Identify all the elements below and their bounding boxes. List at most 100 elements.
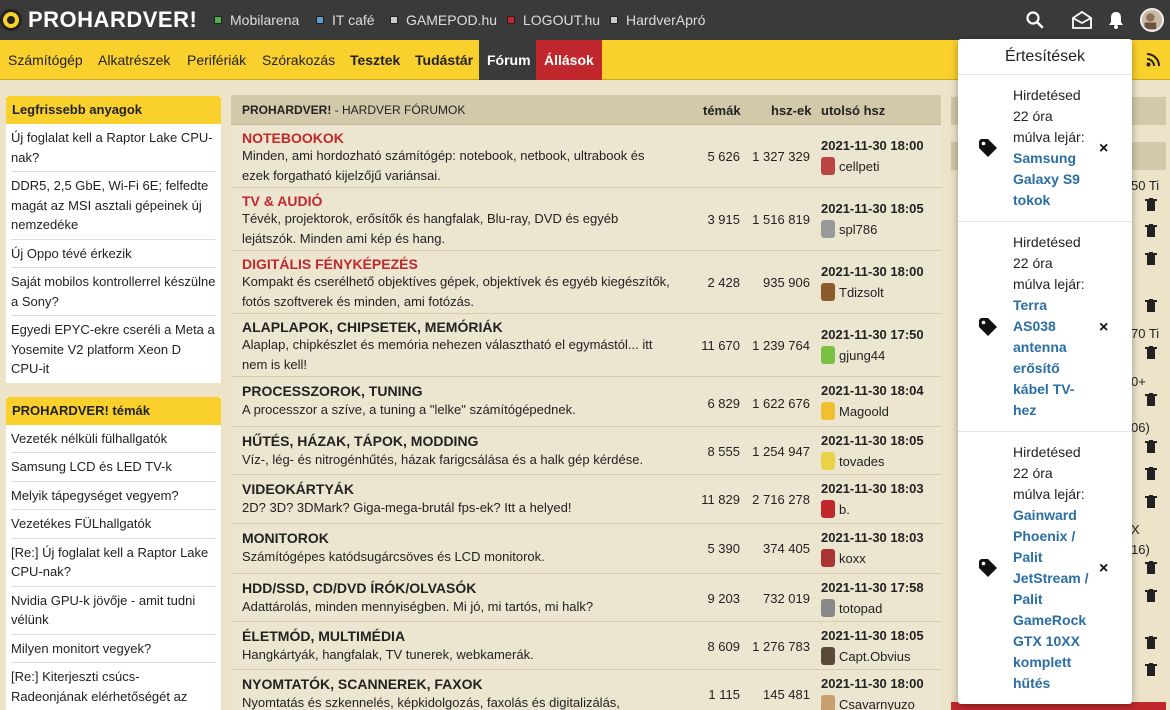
forum-row[interactable]: VIDEOKÁRTYÁK 2D? 3D? 3DMark? Giga-mega-b… xyxy=(231,475,941,524)
last-post-user[interactable]: tovades xyxy=(821,452,885,470)
topic-link[interactable]: [Re:] Új foglalat kell a Raptor Lake CPU… xyxy=(11,539,216,587)
mail-icon[interactable] xyxy=(1071,10,1093,30)
site-marker-icon xyxy=(214,16,222,24)
forum-row[interactable]: NYOMTATÓK, SCANNEREK, FAXOK Nyomtatás és… xyxy=(231,670,941,710)
trash-icon[interactable] xyxy=(1145,589,1157,602)
last-post-date[interactable]: 2021-11-30 18:00 xyxy=(821,264,924,279)
forum-row[interactable]: HDD/SSD, CD/DVD ÍRÓK/OLVASÓK Adattárolás… xyxy=(231,574,941,622)
trash-icon[interactable] xyxy=(1145,495,1157,508)
search-icon[interactable] xyxy=(1025,10,1045,30)
forum-name[interactable]: NYOMTATÓK, SCANNEREK, FAXOK xyxy=(242,676,483,692)
forum-row[interactable]: DIGITÁLIS FÉNYKÉPEZÉS Kompakt és cserélh… xyxy=(231,251,941,314)
article-link[interactable]: DDR5, 2,5 GbE, Wi-Fi 6E; felfedte magát … xyxy=(11,172,216,240)
forum-name[interactable]: VIDEOKÁRTYÁK xyxy=(242,481,354,497)
nav-item-parts[interactable]: Alkatrészek xyxy=(90,40,178,80)
forum-name[interactable]: ALAPLAPOK, CHIPSETEK, MEMÓRIÁK xyxy=(242,319,503,335)
last-post-date[interactable]: 2021-11-30 18:05 xyxy=(821,433,924,448)
article-link[interactable]: Saját mobilos kontrollerrel készülne a S… xyxy=(11,268,216,316)
notification-item[interactable]: Hirdetésed 22 óra múlva lejár: Samsung G… xyxy=(958,75,1132,222)
last-post-user[interactable]: cellpeti xyxy=(821,157,879,175)
nav-item-computer[interactable]: Számítógép xyxy=(0,40,91,80)
rss-icon[interactable] xyxy=(1146,53,1160,67)
trash-icon[interactable] xyxy=(1145,636,1157,649)
topic-link[interactable]: Samsung LCD és LED TV-k xyxy=(11,453,216,482)
last-post-user[interactable]: gjung44 xyxy=(821,346,885,364)
last-post-user[interactable]: Capt.Obvius xyxy=(821,647,911,665)
nav-item-knowledge[interactable]: Tudástár xyxy=(407,40,481,80)
topic-link[interactable]: Nvidia GPU-k jövője - amit tudni vélünk xyxy=(11,587,216,635)
last-post-date[interactable]: 2021-11-30 18:03 xyxy=(821,481,924,496)
forum-name[interactable]: DIGITÁLIS FÉNYKÉPEZÉS xyxy=(242,256,418,272)
forum-name[interactable]: HDD/SSD, CD/DVD ÍRÓK/OLVASÓK xyxy=(242,580,476,596)
last-post-date[interactable]: 2021-11-30 18:05 xyxy=(821,201,924,216)
site-link-logout[interactable]: LOGOUT.hu xyxy=(507,12,600,28)
trash-icon[interactable] xyxy=(1145,299,1157,312)
trash-icon[interactable] xyxy=(1145,346,1157,359)
trash-icon[interactable] xyxy=(1145,663,1157,676)
notification-link[interactable]: Samsung Galaxy S9 tokok xyxy=(1013,150,1080,208)
notification-item[interactable]: Hirdetésed 22 óra múlva lejár: Gainward … xyxy=(958,432,1132,704)
topic-link[interactable]: Vezetékes FÜLhallgatók xyxy=(11,510,216,539)
nav-item-peripherals[interactable]: Perifériák xyxy=(179,40,254,80)
forum-row[interactable]: TV & AUDIÓ Tévék, projektorok, erősítők … xyxy=(231,188,941,251)
last-post-date[interactable]: 2021-11-30 18:05 xyxy=(821,628,924,643)
trash-icon[interactable] xyxy=(1145,440,1157,453)
forum-name[interactable]: TV & AUDIÓ xyxy=(242,193,322,209)
forum-name[interactable]: ÉLETMÓD, MULTIMÉDIA xyxy=(242,628,405,644)
last-post-user[interactable]: Csavarnyuzo xyxy=(821,695,915,710)
last-post-date[interactable]: 2021-11-30 17:58 xyxy=(821,580,924,595)
user-avatar[interactable] xyxy=(1140,8,1164,32)
forum-row[interactable]: PROCESSZOROK, TUNING A processzor a szív… xyxy=(231,377,941,427)
forum-row[interactable]: HŰTÉS, HÁZAK, TÁPOK, MODDING Víz-, lég- … xyxy=(231,427,941,475)
trash-icon[interactable] xyxy=(1145,224,1157,237)
topic-link[interactable]: Milyen monitort vegyek? xyxy=(11,635,216,663)
trash-icon[interactable] xyxy=(1145,561,1157,574)
last-post-user[interactable]: b. xyxy=(821,500,850,518)
forum-row[interactable]: ALAPLAPOK, CHIPSETEK, MEMÓRIÁK Alaplap, … xyxy=(231,314,941,377)
site-link-itcafe[interactable]: IT café xyxy=(316,12,375,28)
forum-row[interactable]: NOTEBOOKOK Minden, ami hordozható számít… xyxy=(231,125,941,188)
site-link-mobilarena[interactable]: Mobilarena xyxy=(214,12,299,28)
last-post-user[interactable]: spl786 xyxy=(821,220,877,238)
last-post-user[interactable]: koxx xyxy=(821,549,866,567)
trash-icon[interactable] xyxy=(1145,252,1157,265)
site-link-gamepod[interactable]: GAMEPOD.hu xyxy=(390,12,497,28)
last-post-date[interactable]: 2021-11-30 18:00 xyxy=(821,138,924,153)
article-link[interactable]: Új foglalat kell a Raptor Lake CPU-nak? xyxy=(11,124,216,172)
article-link[interactable]: Új Oppo tévé érkezik xyxy=(11,240,216,268)
bell-icon[interactable] xyxy=(1106,10,1126,30)
right-fragment: 16) xyxy=(1131,542,1150,557)
nav-item-entertainment[interactable]: Szórakozás xyxy=(254,40,343,80)
last-post-user[interactable]: totopad xyxy=(821,599,882,617)
last-post-date[interactable]: 2021-11-30 17:50 xyxy=(821,327,924,342)
forum-name[interactable]: NOTEBOOKOK xyxy=(242,130,344,146)
site-logo[interactable]: PROHARDVER! xyxy=(0,5,197,35)
last-post-user[interactable]: Tdizsolt xyxy=(821,283,884,301)
forum-row[interactable]: MONITOROK Számítógépes katódsugárcsöves … xyxy=(231,524,941,574)
forum-name[interactable]: HŰTÉS, HÁZAK, TÁPOK, MODDING xyxy=(242,433,478,449)
forum-name[interactable]: MONITOROK xyxy=(242,530,329,546)
forum-name[interactable]: PROCESSZOROK, TUNING xyxy=(242,383,422,399)
trash-icon[interactable] xyxy=(1145,467,1157,480)
trash-icon[interactable] xyxy=(1145,198,1157,211)
topic-link[interactable]: Vezeték nélküli fülhallgatók xyxy=(11,425,216,453)
last-post-date[interactable]: 2021-11-30 18:03 xyxy=(821,530,924,545)
notification-link[interactable]: Terra AS038 antenna erősítő kábel TV-hez xyxy=(1013,297,1074,418)
topic-link[interactable]: [Re:] Kiterjeszti csúcs-Radeonjának elér… xyxy=(11,663,216,710)
topic-link[interactable]: Melyik tápegységet vegyem? xyxy=(11,482,216,510)
forum-row[interactable]: ÉLETMÓD, MULTIMÉDIA Hangkártyák, hangfal… xyxy=(231,622,941,670)
last-post-user[interactable]: Magoold xyxy=(821,402,889,420)
nav-item-tests[interactable]: Tesztek xyxy=(342,40,408,80)
close-icon[interactable]: × xyxy=(1099,561,1108,577)
last-post-date[interactable]: 2021-11-30 18:00 xyxy=(821,676,924,691)
close-icon[interactable]: × xyxy=(1099,141,1108,157)
notification-item[interactable]: Hirdetésed 22 óra múlva lejár: Terra AS0… xyxy=(958,222,1132,432)
site-link-hardverapro[interactable]: HardverApró xyxy=(610,12,705,28)
nav-item-jobs[interactable]: Állások xyxy=(536,40,602,80)
article-link[interactable]: Egyedi EPYC-ekre cseréli a Meta a Yosemi… xyxy=(11,316,216,383)
nav-item-forum[interactable]: Fórum xyxy=(479,40,539,80)
trash-icon[interactable] xyxy=(1145,393,1157,406)
last-post-date[interactable]: 2021-11-30 18:04 xyxy=(821,383,924,398)
close-icon[interactable]: × xyxy=(1099,320,1108,336)
notification-link[interactable]: Gainward Phoenix / Palit JetStream / Pal… xyxy=(1013,507,1088,691)
